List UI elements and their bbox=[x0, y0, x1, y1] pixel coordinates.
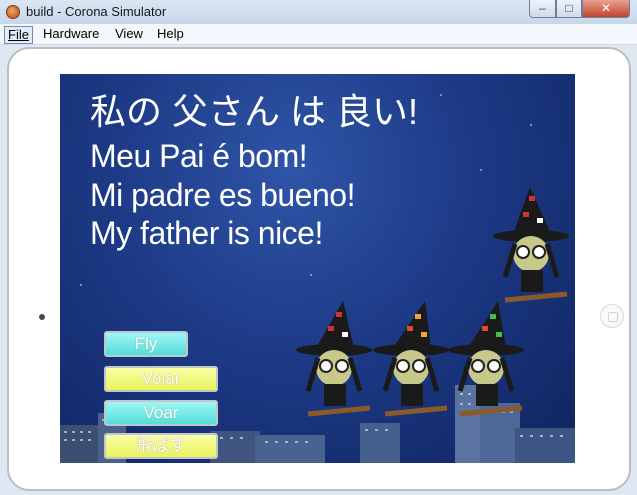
witch-sprite bbox=[493, 187, 569, 303]
maximize-button[interactable]: □ bbox=[556, 0, 582, 18]
star bbox=[530, 124, 532, 126]
star bbox=[80, 284, 82, 286]
minimize-icon: – bbox=[539, 1, 546, 15]
tobasu-button[interactable]: 飛ばす bbox=[104, 433, 218, 459]
menu-bar: File Hardware View Help bbox=[0, 24, 637, 45]
spanish-text: Mi padre es bueno! bbox=[90, 177, 355, 213]
home-button[interactable] bbox=[600, 304, 624, 328]
window-title: build - Corona Simulator bbox=[26, 4, 167, 19]
device-camera-icon bbox=[39, 314, 45, 320]
app-screen: 私の 父さん は 良い! Meu Pai é bom! Mi padre es … bbox=[60, 74, 575, 463]
fly-button[interactable]: Fly bbox=[104, 331, 188, 357]
star bbox=[440, 94, 442, 96]
star bbox=[480, 169, 482, 171]
home-square-icon bbox=[608, 312, 618, 322]
menu-view[interactable]: View bbox=[112, 26, 146, 42]
voar-button[interactable]: Voar bbox=[104, 400, 218, 426]
menu-file[interactable]: File bbox=[4, 26, 33, 44]
english-text: My father is nice! bbox=[90, 215, 323, 251]
star bbox=[310, 274, 312, 276]
title-bar: build - Corona Simulator – □ ✕ bbox=[0, 0, 637, 24]
close-icon: ✕ bbox=[600, 1, 612, 15]
witch-sprite bbox=[448, 301, 524, 417]
volar-button[interactable]: Volar bbox=[104, 366, 218, 392]
menu-help[interactable]: Help bbox=[154, 26, 187, 42]
japanese-text: 私の 父さん は 良い! bbox=[90, 91, 419, 132]
portuguese-text: Meu Pai é bom! bbox=[90, 138, 308, 174]
minimize-button[interactable]: – bbox=[529, 0, 556, 18]
maximize-icon: □ bbox=[565, 1, 573, 15]
menu-hardware[interactable]: Hardware bbox=[40, 26, 102, 42]
corona-app-icon bbox=[6, 5, 20, 19]
close-button[interactable]: ✕ bbox=[582, 0, 630, 18]
